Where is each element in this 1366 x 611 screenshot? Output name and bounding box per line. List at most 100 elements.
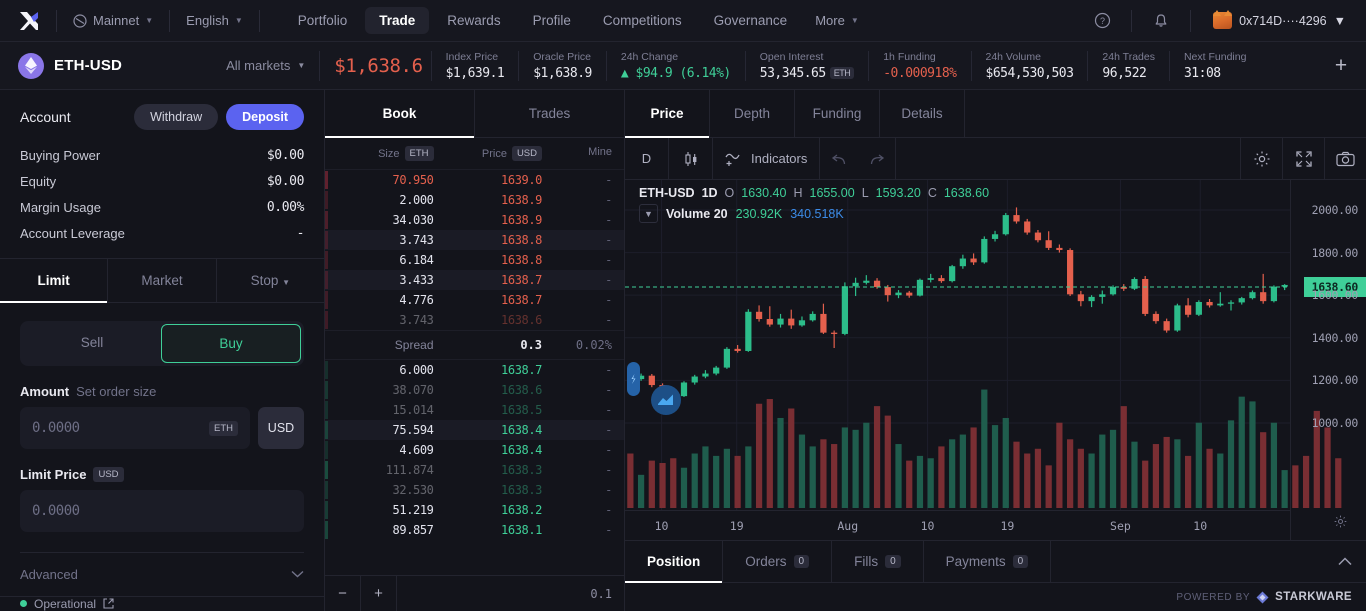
depth-bar — [325, 171, 328, 189]
depth-bar — [325, 231, 328, 249]
order-price: 1638.8 — [434, 233, 557, 247]
buy-button[interactable]: Buy — [161, 324, 301, 363]
tab-price[interactable]: Price — [625, 90, 710, 137]
order-book-row[interactable]: 111.8741638.3- — [325, 460, 624, 480]
order-book-row[interactable]: 15.0141638.5- — [325, 400, 624, 420]
chevron-down-icon[interactable]: ▼ — [639, 204, 658, 223]
depth-bar — [325, 521, 328, 539]
increase-tick-button[interactable]: + — [361, 576, 397, 611]
language-selector[interactable]: English ▼ — [180, 9, 249, 32]
decrease-tick-button[interactable]: − — [325, 576, 361, 611]
advanced-section-toggle[interactable]: Advanced — [20, 553, 304, 596]
chart-analytics-badge[interactable] — [651, 385, 681, 415]
price-axis-tick: 1200.00 — [1312, 373, 1358, 387]
order-book-row[interactable]: 34.0301638.9- — [325, 210, 624, 230]
order-type-stop[interactable]: Stop ▼ — [217, 259, 324, 302]
time-axis[interactable]: 1019Aug1019Sep10 — [625, 510, 1290, 540]
tab-position-label: Position — [647, 554, 700, 569]
nav-link-trade[interactable]: Trade — [365, 7, 429, 34]
analytics-chart-icon — [651, 385, 681, 415]
order-book-row[interactable]: 6.1841638.8- — [325, 250, 624, 270]
row-value: $0.00 — [267, 174, 304, 189]
order-size: 75.594 — [325, 423, 434, 437]
tab-depth[interactable]: Depth — [710, 90, 795, 137]
order-book-row[interactable]: 2.0001638.9- — [325, 190, 624, 210]
chart-axis-settings-button[interactable] — [1333, 514, 1348, 534]
limit-price-input[interactable]: 0.0000 — [20, 490, 304, 532]
wallet-button[interactable]: 0x714D····4296 ▼ — [1205, 8, 1354, 33]
help-button[interactable]: ? — [1087, 6, 1117, 36]
deposit-button[interactable]: Deposit — [226, 104, 304, 130]
order-mine: - — [556, 313, 612, 327]
nav-link-portfolio[interactable]: Portfolio — [284, 7, 362, 34]
chart-tabs: Price Depth Funding Details — [625, 90, 1366, 138]
price-chart[interactable]: ETH-USD 1D O 1630.40 H 1655.00 L 1593.20… — [625, 180, 1366, 540]
price-axis[interactable]: 1638.60 1000.001200.001400.001600.001800… — [1290, 180, 1366, 540]
tab-trades[interactable]: Trades — [475, 90, 624, 137]
withdraw-button[interactable]: Withdraw — [134, 104, 218, 130]
order-price: 1639.0 — [434, 173, 557, 187]
order-book-row[interactable]: 32.5301638.3- — [325, 480, 624, 500]
order-type-limit[interactable]: Limit — [0, 259, 108, 302]
order-book-row[interactable]: 6.0001638.7- — [325, 360, 624, 380]
tab-payments[interactable]: Payments 0 — [924, 541, 1052, 582]
legend-h-value: 1655.00 — [810, 186, 855, 200]
order-book-row[interactable]: 4.6091638.4- — [325, 440, 624, 460]
order-mine: - — [556, 173, 612, 187]
order-book-row[interactable]: 38.0701638.6- — [325, 380, 624, 400]
row-value: $0.00 — [267, 148, 304, 163]
nav-more-menu[interactable]: More ▼ — [805, 7, 869, 34]
nav-more-label: More — [815, 13, 845, 28]
candle-style-button[interactable] — [669, 138, 713, 180]
undo-icon — [831, 152, 848, 166]
undo-button[interactable] — [820, 138, 858, 180]
depth-bar — [325, 421, 328, 439]
tab-funding[interactable]: Funding — [795, 90, 880, 137]
order-entry-marker[interactable] — [627, 362, 640, 396]
all-markets-selector[interactable]: All markets ▼ — [226, 58, 305, 73]
nav-link-competitions[interactable]: Competitions — [589, 7, 696, 34]
nav-link-rewards[interactable]: Rewards — [433, 7, 514, 34]
order-mine: - — [556, 273, 612, 287]
tab-fills[interactable]: Fills 0 — [832, 541, 924, 582]
app-logo[interactable] — [12, 10, 46, 32]
order-book-row[interactable]: 4.7761638.7- — [325, 290, 624, 310]
limit-price-label-row: Limit Price USD — [20, 467, 304, 482]
notifications-button[interactable] — [1146, 6, 1176, 36]
tab-position[interactable]: Position — [625, 541, 723, 582]
amount-currency-toggle[interactable]: USD — [258, 407, 304, 449]
order-size: 3.433 — [325, 273, 434, 287]
system-status-bar[interactable]: Operational — [0, 596, 324, 611]
tab-orders[interactable]: Orders 0 — [723, 541, 832, 582]
order-book-row[interactable]: 3.4331638.7- — [325, 270, 624, 290]
nav-link-governance[interactable]: Governance — [700, 7, 802, 34]
fullscreen-button[interactable] — [1282, 138, 1324, 180]
order-mine: - — [556, 363, 612, 377]
order-book-row[interactable]: 89.8571638.1- — [325, 520, 624, 540]
indicators-button[interactable]: Indicators — [713, 138, 820, 180]
redo-button[interactable] — [858, 138, 896, 180]
nav-link-profile[interactable]: Profile — [519, 7, 585, 34]
account-row-margin-usage: Margin Usage 0.00% — [20, 194, 304, 220]
tab-book[interactable]: Book — [325, 90, 475, 137]
screenshot-button[interactable] — [1324, 138, 1366, 180]
order-type-market[interactable]: Market — [108, 259, 216, 302]
order-book-row[interactable]: 75.5941638.4- — [325, 420, 624, 440]
order-size: 6.000 — [325, 363, 434, 377]
order-book-row[interactable]: 3.7431638.6- — [325, 310, 624, 330]
order-book-row[interactable]: 70.9501639.0- — [325, 170, 624, 190]
collapse-panel-button[interactable] — [1324, 541, 1366, 582]
add-market-button[interactable]: + — [1326, 51, 1356, 81]
fullscreen-icon — [1296, 151, 1312, 167]
sell-button[interactable]: Sell — [23, 324, 161, 363]
chart-settings-button[interactable] — [1240, 138, 1282, 180]
chart-legend-ohlc: ETH-USD 1D O 1630.40 H 1655.00 L 1593.20… — [639, 186, 989, 200]
order-book-row[interactable]: 3.7431638.8- — [325, 230, 624, 250]
order-mine: - — [556, 423, 612, 437]
tab-details[interactable]: Details — [880, 90, 965, 137]
network-selector[interactable]: Mainnet ▼ — [67, 9, 159, 32]
interval-selector[interactable]: D — [625, 138, 669, 180]
amount-input[interactable]: 0.0000 ETH — [20, 407, 250, 449]
order-price: 1638.9 — [434, 193, 557, 207]
order-book-row[interactable]: 51.2191638.2- — [325, 500, 624, 520]
